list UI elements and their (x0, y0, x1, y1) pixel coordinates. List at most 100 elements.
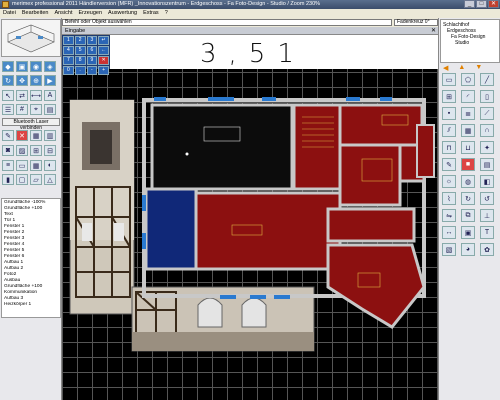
crosshair-angle-field[interactable]: Fadenkreuz 0° (394, 19, 438, 26)
key-9[interactable]: 9 (86, 56, 98, 65)
menu-bearbeiten[interactable]: Bearbeiten (22, 9, 49, 18)
switch-icon[interactable]: ◧ (480, 175, 494, 188)
symbol-icon[interactable]: ◐ (44, 160, 56, 171)
zoom-icon[interactable]: ⊕ (30, 75, 42, 86)
laser-icon[interactable]: ✎ (2, 130, 14, 141)
column-icon[interactable]: ▪ (442, 107, 456, 120)
delete-icon[interactable]: ✕ (16, 130, 28, 141)
room-icon[interactable]: ▢ (16, 174, 28, 185)
roof-icon[interactable]: △ (44, 174, 56, 185)
text-icon[interactable]: A (44, 90, 56, 101)
input-panel-close-icon[interactable]: ✕ (431, 27, 436, 35)
key-enter[interactable]: ↵ (98, 36, 109, 45)
rect-room-icon[interactable]: ▭ (442, 73, 456, 86)
nav-down-icon[interactable]: ▼ (475, 64, 482, 72)
layer-icon[interactable]: ☰ (2, 104, 14, 115)
key-clear[interactable]: ✕ (98, 56, 109, 65)
stairs-icon[interactable]: ≡ (2, 160, 14, 171)
label-icon[interactable]: T (480, 226, 494, 239)
key-7[interactable]: 7 (63, 56, 74, 65)
poly-room-icon[interactable]: ⬠ (461, 73, 475, 86)
key-0[interactable]: 0 (63, 66, 74, 75)
floor-icon[interactable]: ▱ (30, 174, 42, 185)
menu-erzeugen[interactable]: Erzeugen (79, 9, 103, 18)
curve-icon[interactable]: ∩ (480, 124, 494, 137)
area-icon[interactable]: ▣ (461, 226, 475, 239)
compass-icon[interactable]: ✦ (480, 141, 494, 154)
menu-ansicht[interactable]: Ansicht (54, 9, 72, 18)
facade-photo-left[interactable] (69, 99, 135, 315)
window-object-icon[interactable]: ⊞ (30, 145, 42, 156)
render-icon[interactable]: ◈ (44, 61, 56, 72)
key-5[interactable]: 5 (74, 46, 86, 55)
orbit-icon[interactable]: ↻ (2, 75, 14, 86)
camera-view-icon[interactable]: ◉ (30, 61, 42, 72)
table-icon[interactable]: ▦ (461, 124, 475, 137)
grid-icon[interactable]: # (16, 104, 28, 115)
mirror-icon[interactable]: ⇋ (442, 209, 456, 222)
split-icon[interactable]: ⫽ (442, 124, 456, 137)
measure-icon[interactable]: ⟷ (30, 90, 42, 101)
move-icon[interactable]: ⇄ (16, 90, 28, 101)
walk-icon[interactable]: ▶ (44, 75, 56, 86)
menu-auswertung[interactable]: Auswertung (108, 9, 137, 18)
key-1[interactable]: 1 (63, 36, 74, 45)
drawing-canvas[interactable]: Eingabe ✕ 1 2 3 ↵ 4 5 6 ← 7 8 9 ✕ 0 . - … (62, 27, 438, 400)
opening-icon[interactable]: ▯ (480, 90, 494, 103)
key-3[interactable]: 3 (86, 36, 98, 45)
menu-help[interactable]: ? (165, 9, 168, 18)
view-top-icon[interactable]: ▣ (16, 61, 28, 72)
nav-left-icon[interactable]: ◀ (443, 64, 448, 72)
rotate-icon[interactable]: ↻ (461, 192, 475, 205)
key-minus[interactable]: - (86, 66, 98, 75)
wall-draw-icon[interactable]: ╱ (480, 73, 494, 86)
symbol-lib-icon[interactable]: ✿ (480, 243, 494, 256)
minimize-button[interactable]: _ (464, 0, 475, 8)
sketch-icon[interactable]: ✎ (442, 158, 456, 171)
radiator-icon[interactable]: ▦ (30, 160, 42, 171)
close-button[interactable]: ✕ (488, 0, 499, 8)
copy-icon[interactable]: ⧉ (461, 209, 475, 222)
join-icon[interactable]: ⊓ (442, 141, 456, 154)
key-plus[interactable]: + (98, 66, 109, 75)
bluetooth-laser-button[interactable]: Bluetooth Laser verbinden (2, 118, 60, 131)
room-main[interactable] (194, 191, 342, 271)
lock-icon[interactable]: ▤ (44, 104, 56, 115)
light-icon[interactable]: ☼ (442, 175, 456, 188)
erase-icon[interactable]: ■ (461, 158, 475, 171)
room-office-2[interactable] (338, 143, 402, 207)
floor-plan[interactable] (62, 27, 438, 400)
tree-item-room[interactable]: Studio (443, 40, 497, 46)
camera-icon[interactable]: ◙ (2, 145, 14, 156)
handwriting-input[interactable]: 3,51 (110, 35, 438, 69)
layer-list[interactable]: Grundfläche -100% Grundfläche +100 Text … (1, 198, 61, 318)
rotate-ccw-icon[interactable]: ↺ (480, 192, 494, 205)
menu-datei[interactable]: Datei (3, 9, 16, 18)
door-icon[interactable]: ◜ (461, 90, 475, 103)
window-icon[interactable]: ⊞ (442, 90, 456, 103)
room-studio[interactable] (150, 103, 294, 191)
wall-icon[interactable]: ▮ (2, 174, 14, 185)
pipe-icon[interactable]: ⌇ (442, 192, 456, 205)
photo-icon[interactable]: ▦ (30, 130, 42, 141)
hatch-icon[interactable]: ▧ (442, 243, 456, 256)
snap-icon[interactable]: ⌖ (30, 104, 42, 115)
furniture-icon[interactable]: ▭ (16, 160, 28, 171)
key-2[interactable]: 2 (74, 36, 86, 45)
key-decimal[interactable]: . (74, 66, 86, 75)
3d-preview[interactable] (1, 19, 61, 57)
room-corridor[interactable] (326, 207, 416, 243)
command-input[interactable]: Befehl oder Objekt auswählen (62, 19, 392, 26)
project-tree[interactable]: Schlachthof Erdgeschoss Fa Foto-Design S… (440, 19, 500, 63)
line-icon[interactable]: ⟋ (480, 107, 494, 120)
maximize-button[interactable]: □ (476, 0, 487, 8)
pointer-icon[interactable]: ↖ (2, 90, 14, 101)
layer-item[interactable]: Heizkörper 1 (4, 302, 58, 308)
menu-extras[interactable]: Extras (143, 9, 159, 18)
room-blue[interactable] (144, 187, 198, 271)
subtract-icon[interactable]: ⊔ (461, 141, 475, 154)
dim-icon[interactable]: ↔ (442, 226, 456, 239)
room-angled[interactable] (326, 243, 426, 329)
stair-icon[interactable]: ≣ (461, 107, 475, 120)
key-6[interactable]: 6 (86, 46, 98, 55)
